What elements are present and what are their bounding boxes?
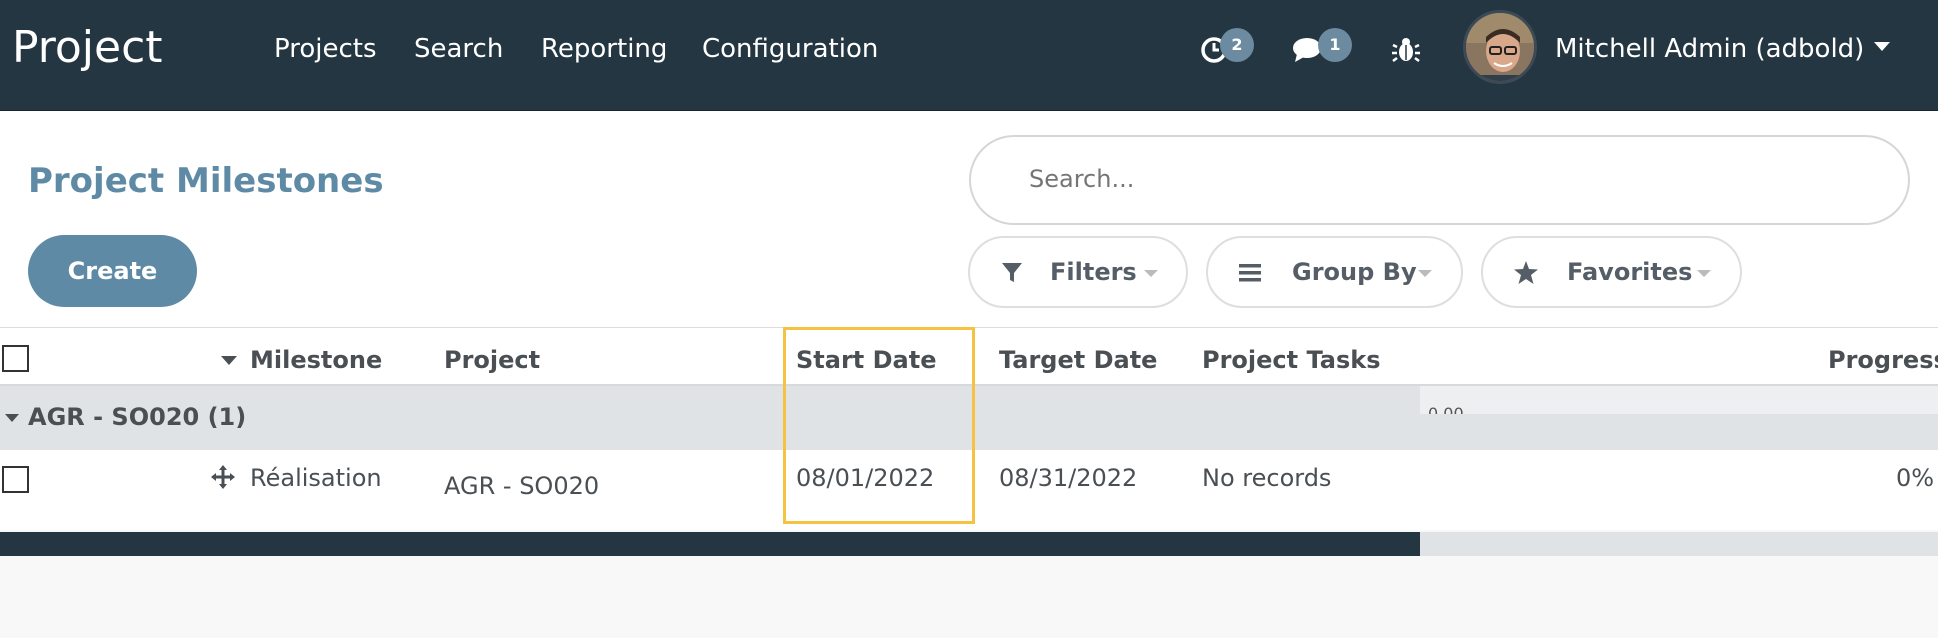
cell-project[interactable]: AGR - SO020 (444, 472, 599, 500)
header-milestone[interactable]: Milestone (250, 346, 382, 374)
sort-caret-icon (221, 356, 237, 365)
filter-icon (1000, 260, 1026, 286)
page-title[interactable]: Project Milestones (28, 161, 384, 201)
header-start-date[interactable]: Start Date (796, 346, 936, 374)
control-panel: Project Milestones Create Filters Group … (0, 111, 1938, 328)
select-all-checkbox[interactable] (2, 345, 29, 372)
row-checkbox[interactable] (2, 466, 29, 493)
table-row[interactable]: Réalisation AGR - SO020 08/01/2022 08/31… (0, 450, 1938, 530)
filters-label: Filters (1050, 258, 1137, 286)
table-header: Milestone Project Start Date Target Date… (0, 328, 1938, 386)
star-icon (1513, 260, 1539, 286)
messages-badge: 1 (1318, 28, 1352, 62)
horizontal-scrollbar[interactable] (0, 532, 1420, 556)
group-row[interactable]: AGR - SO020 (1) (0, 386, 1420, 450)
activity-badge: 2 (1220, 28, 1254, 62)
user-avatar[interactable] (1463, 10, 1537, 84)
list-view: Milestone Project Start Date Target Date… (0, 328, 1938, 638)
user-menu-caret-icon[interactable] (1874, 42, 1890, 51)
group-aggregate: 0.00 (1428, 404, 1464, 414)
cell-start-date[interactable]: 08/01/2022 (796, 464, 934, 492)
bug-icon[interactable] (1388, 30, 1428, 70)
group-by-label: Group By (1292, 258, 1417, 286)
create-button[interactable]: Create (28, 235, 197, 307)
search-input[interactable] (1029, 165, 1829, 193)
group-label[interactable]: AGR - SO020 (1) (28, 403, 246, 431)
menu-reporting[interactable]: Reporting (541, 34, 667, 64)
favorites-caret-icon (1697, 270, 1711, 277)
scrollbar-track[interactable] (1420, 532, 1938, 556)
cell-target-date[interactable]: 08/31/2022 (999, 464, 1137, 492)
group-aggregate-cell: 0.00 (1420, 386, 1938, 414)
menu-configuration[interactable]: Configuration (702, 34, 878, 64)
menu-search[interactable]: Search (414, 34, 503, 64)
app-brand[interactable]: Project (12, 22, 163, 73)
group-row-right (1420, 414, 1938, 450)
menu-projects[interactable]: Projects (274, 34, 377, 64)
group-caret-icon[interactable] (5, 414, 19, 422)
favorites-label: Favorites (1567, 258, 1693, 286)
search-box[interactable] (969, 135, 1910, 225)
drag-handle-icon[interactable] (210, 464, 236, 490)
group-by-button[interactable]: Group By (1206, 236, 1463, 308)
cell-milestone[interactable]: Réalisation (250, 464, 382, 492)
header-project[interactable]: Project (444, 346, 540, 374)
header-target-date[interactable]: Target Date (999, 346, 1157, 374)
group-by-caret-icon (1418, 270, 1432, 277)
header-progress[interactable]: Progress (1828, 346, 1938, 374)
list-icon (1238, 260, 1264, 286)
top-navbar: Project Projects Search Reporting Config… (0, 0, 1938, 111)
header-project-tasks[interactable]: Project Tasks (1202, 346, 1380, 374)
favorites-button[interactable]: Favorites (1481, 236, 1742, 308)
cell-project-tasks[interactable]: No records (1202, 464, 1331, 492)
user-menu[interactable]: Mitchell Admin (adbold) (1555, 34, 1864, 64)
filters-button[interactable]: Filters (968, 236, 1188, 308)
filters-caret-icon (1144, 270, 1158, 277)
cell-progress[interactable]: 0% (1896, 464, 1934, 492)
